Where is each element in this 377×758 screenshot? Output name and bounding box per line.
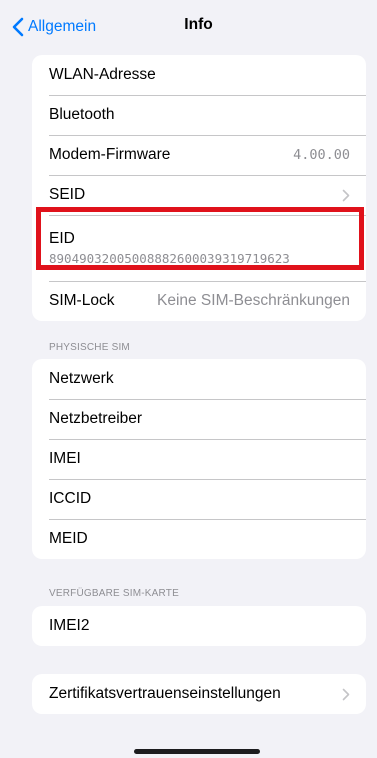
chevron-right-icon: [342, 688, 350, 700]
back-button-label: Allgemein: [28, 18, 97, 35]
physical-sim-header: PHYSISCHE SIM: [49, 342, 130, 353]
modem-firmware-value: 4.00.00: [293, 147, 350, 163]
physical-sim-group: Netzwerk Netzbetreiber IMEI ICCID MEID: [32, 359, 366, 559]
available-sim-group: IMEI2: [32, 606, 366, 646]
chevron-right-icon: [342, 189, 350, 201]
network-row[interactable]: Netzwerk: [32, 359, 366, 399]
iccid-label: ICCID: [49, 490, 92, 507]
seid-label: SEID: [49, 186, 86, 203]
imei-row[interactable]: IMEI: [32, 439, 366, 479]
bluetooth-label: Bluetooth: [49, 106, 115, 123]
home-indicator[interactable]: [134, 749, 260, 754]
meid-row[interactable]: MEID: [32, 519, 366, 559]
modem-firmware-row[interactable]: Modem-Firmware 4.00.00: [32, 135, 366, 175]
sim-lock-value: Keine SIM-Beschränkungen: [156, 292, 350, 309]
carrier-label: Netzbetreiber: [49, 410, 143, 427]
modem-firmware-label: Modem-Firmware: [49, 146, 171, 163]
eid-label: EID: [49, 230, 75, 247]
wlan-address-row[interactable]: WLAN-Adresse: [32, 55, 366, 95]
sim-lock-row[interactable]: SIM-Lock Keine SIM-Beschränkungen: [32, 281, 366, 321]
navigation-bar: Allgemein Info: [0, 0, 377, 54]
network-label: Netzwerk: [49, 370, 114, 387]
imei2-label: IMEI2: [49, 617, 90, 634]
device-info-group: WLAN-Adresse Bluetooth Modem-Firmware 4.…: [32, 55, 366, 321]
carrier-row[interactable]: Netzbetreiber: [32, 399, 366, 439]
meid-label: MEID: [49, 530, 88, 547]
certificates-group: Zertifikatsvertrauenseinstellungen: [32, 674, 366, 714]
imei2-row[interactable]: IMEI2: [32, 606, 366, 646]
eid-row[interactable]: EID 89049032005008882600039319719623: [32, 215, 366, 281]
chevron-left-icon: [12, 17, 24, 37]
certificate-trust-settings-label: Zertifikatsvertrauenseinstellungen: [49, 685, 281, 702]
imei-label: IMEI: [49, 450, 81, 467]
seid-row[interactable]: SEID: [32, 175, 366, 215]
bluetooth-row[interactable]: Bluetooth: [32, 95, 366, 135]
wlan-address-label: WLAN-Adresse: [49, 66, 156, 83]
eid-value: 89049032005008882600039319719623: [49, 251, 290, 266]
certificate-trust-settings-row[interactable]: Zertifikatsvertrauenseinstellungen: [32, 674, 366, 714]
sim-lock-label: SIM-Lock: [49, 292, 115, 309]
iccid-row[interactable]: ICCID: [32, 479, 366, 519]
available-sim-header: VERFÜGBARE SIM-KARTE: [49, 588, 179, 599]
back-button[interactable]: Allgemein: [12, 15, 96, 39]
